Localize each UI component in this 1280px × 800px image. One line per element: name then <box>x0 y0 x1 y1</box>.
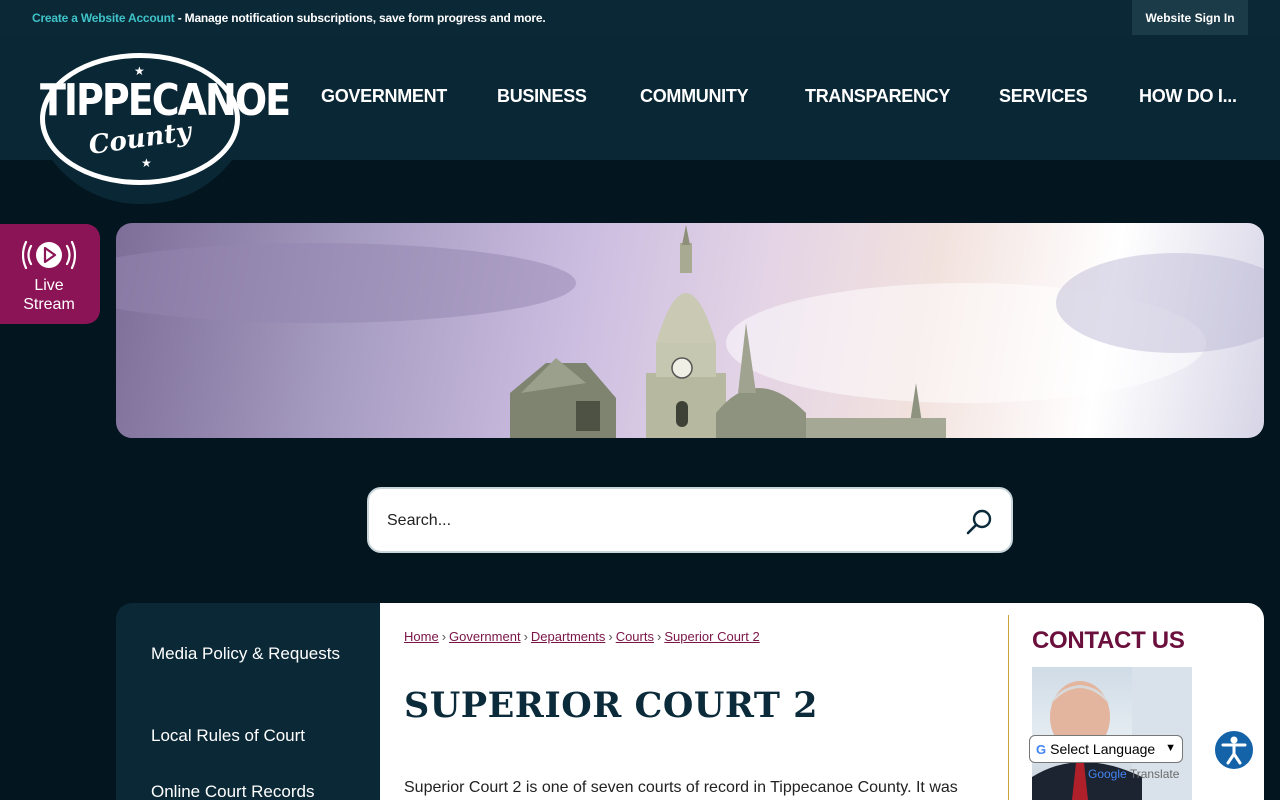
live-stream-label: Live Stream <box>0 276 98 314</box>
sidebar-item-local-rules[interactable]: Local Rules of Court <box>151 722 351 749</box>
account-promo-text: - Manage notification subscriptions, sav… <box>174 11 546 25</box>
sidebar-item-media-policy[interactable]: Media Policy & Requests <box>151 640 351 667</box>
accessibility-button[interactable] <box>1213 729 1255 771</box>
live-stream-button[interactable]: Live Stream <box>0 224 100 324</box>
site-search <box>367 487 1013 553</box>
courthouse-image <box>116 225 1264 438</box>
sidebar-item-online-records[interactable]: Online Court Records <box>151 778 351 800</box>
translate-word: Translate <box>1129 767 1180 781</box>
live-stream-line2: Stream <box>23 296 75 313</box>
accessibility-icon <box>1221 736 1247 765</box>
sign-in-button[interactable]: Website Sign In <box>1132 0 1248 35</box>
google-g-icon: G <box>1036 741 1047 757</box>
breadcrumb-courts[interactable]: Courts <box>616 629 654 644</box>
breadcrumb-home[interactable]: Home <box>404 629 439 644</box>
powered-by-google: Google Translate <box>1088 767 1179 781</box>
live-stream-line1: Live <box>34 277 64 294</box>
create-account-link[interactable]: Create a Website Account <box>32 11 175 25</box>
breadcrumb-departments[interactable]: Departments <box>531 629 605 644</box>
intro-paragraph: Superior Court 2 is one of seven courts … <box>404 779 958 796</box>
breadcrumb-separator: › <box>608 629 613 644</box>
breadcrumb-separator: › <box>656 629 662 644</box>
nav-business[interactable]: BUSINESS <box>497 86 587 107</box>
nav-government[interactable]: GOVERNMENT <box>321 86 447 107</box>
language-select-label: Select Language <box>1050 741 1156 757</box>
search-icon[interactable] <box>965 507 995 537</box>
nav-how-do-i[interactable]: HOW DO I... <box>1139 86 1237 107</box>
breadcrumb-separator: › <box>441 629 447 644</box>
language-select[interactable]: G Select Language ▼ <box>1029 735 1183 763</box>
sidebar-nav: Media Policy & Requests Local Rules of C… <box>116 603 382 800</box>
page-title: SUPERIOR COURT 2 <box>404 685 818 726</box>
contact-us-heading: CONTACT US <box>1032 627 1185 654</box>
account-promo: Create a Website Account - Manage notifi… <box>32 11 546 25</box>
search-input[interactable] <box>387 507 927 535</box>
google-wordmark: Google <box>1088 767 1127 781</box>
nav-services[interactable]: SERVICES <box>999 86 1088 107</box>
chevron-down-icon: ▼ <box>1165 742 1176 754</box>
hero-banner <box>116 223 1264 438</box>
breadcrumb: Home › Government › Departments › Courts › Super… <box>404 629 760 644</box>
breadcrumb-separator: › <box>523 629 528 644</box>
breadcrumb-government[interactable]: Government <box>449 629 521 644</box>
breadcrumb-superior-court-2[interactable]: Superior Court 2 <box>664 629 759 644</box>
nav-community[interactable]: COMMUNITY <box>640 86 749 107</box>
broadcast-play-icon <box>22 240 76 270</box>
column-divider <box>1008 615 1009 800</box>
nav-transparency[interactable]: TRANSPARENCY <box>805 86 950 107</box>
logo-star-icon: ★ <box>141 156 152 170</box>
top-utility-bar: Create a Website Account - Manage notifi… <box>0 0 1280 36</box>
